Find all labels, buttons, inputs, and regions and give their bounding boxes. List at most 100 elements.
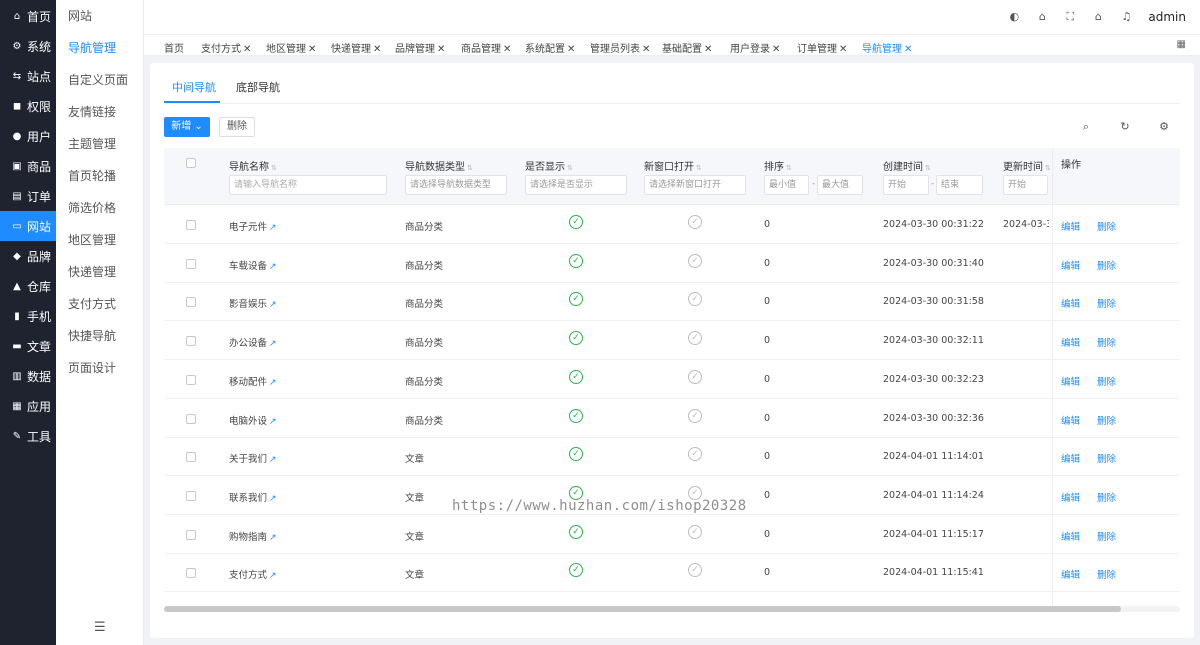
tab-11[interactable]: 导航管理 ✕ (862, 40, 912, 55)
scrollbar-thumb[interactable] (164, 606, 1121, 612)
add-button[interactable]: 新增 ⌄ (164, 117, 210, 137)
bell-icon[interactable]: ♫ (1118, 9, 1134, 25)
delete-link[interactable]: 删除 (1097, 296, 1116, 310)
external-link-icon[interactable]: ↗ (269, 571, 277, 581)
header-type[interactable]: 导航数据类型 ⇅ (405, 158, 473, 173)
filter-created-start[interactable]: 开始 (883, 175, 929, 195)
tab-7[interactable]: 管理员列表 ✕ (590, 40, 650, 55)
delete-link[interactable]: 删除 (1097, 335, 1116, 349)
header-show[interactable]: 是否显示 ⇅ (525, 158, 573, 173)
rail-item-11[interactable]: ▬ 文章 (0, 331, 56, 361)
submenu-item-4[interactable]: 首页轮播 (56, 160, 143, 192)
edit-link[interactable]: 编辑 (1061, 374, 1080, 388)
tab-8[interactable]: 基础配置 ✕ (662, 40, 712, 55)
filter-show-select[interactable]: 请选择是否显示 (525, 175, 627, 195)
close-icon[interactable]: ✕ (308, 44, 316, 55)
external-link-icon[interactable]: ↗ (269, 378, 277, 388)
rail-item-12[interactable]: ▥ 数据 (0, 361, 56, 391)
submenu-item-3[interactable]: 主题管理 (56, 128, 143, 160)
delete-link[interactable]: 删除 (1097, 374, 1116, 388)
external-link-icon[interactable]: ↗ (269, 223, 277, 233)
close-icon[interactable]: ✕ (437, 44, 445, 55)
row-checkbox[interactable] (186, 568, 196, 579)
user-name[interactable]: admin (1148, 10, 1186, 24)
row-checkbox[interactable] (186, 374, 196, 385)
rail-item-1[interactable]: ⚙ 系统 (0, 31, 56, 61)
row-checkbox[interactable] (186, 258, 196, 269)
horizontal-scrollbar[interactable] (164, 606, 1180, 612)
palette-icon[interactable]: ◐ (1006, 9, 1022, 25)
external-link-icon[interactable]: ↗ (269, 339, 277, 349)
header-updated[interactable]: 更新时间 ⇅ (1003, 158, 1051, 173)
fullscreen-icon[interactable]: ⛶ (1062, 9, 1078, 25)
external-link-icon[interactable]: ↗ (269, 455, 277, 465)
tab-10[interactable]: 订单管理 ✕ (797, 40, 847, 55)
close-icon[interactable]: ✕ (243, 44, 251, 55)
select-all-checkbox[interactable] (186, 158, 196, 168)
edit-link[interactable]: 编辑 (1061, 451, 1080, 465)
delete-link[interactable]: 删除 (1097, 490, 1116, 504)
delete-link[interactable]: 删除 (1097, 258, 1116, 272)
close-icon[interactable]: ✕ (567, 44, 575, 55)
external-link-icon[interactable]: ↗ (269, 262, 277, 272)
filter-created-end[interactable]: 结束 (936, 175, 983, 195)
refresh-icon[interactable]: ↻ (1118, 120, 1132, 134)
submenu-item-10[interactable]: 页面设计 (56, 352, 143, 384)
tab-5[interactable]: 商品管理 ✕ (461, 40, 511, 55)
filter-updated-start[interactable]: 开始 (1003, 175, 1048, 195)
submenu-item-9[interactable]: 快捷导航 (56, 320, 143, 352)
close-icon[interactable]: ✕ (503, 44, 511, 55)
filter-name-input[interactable] (229, 175, 387, 195)
edit-link[interactable]: 编辑 (1061, 529, 1080, 543)
delete-link[interactable]: 删除 (1097, 413, 1116, 427)
submenu-item-6[interactable]: 地区管理 (56, 224, 143, 256)
delete-link[interactable]: 删除 (1097, 451, 1116, 465)
row-checkbox[interactable] (186, 413, 196, 424)
header-sort[interactable]: 排序 ⇅ (764, 158, 792, 173)
rail-item-14[interactable]: ✎ 工具 (0, 421, 56, 451)
close-icon[interactable]: ✕ (704, 44, 712, 55)
submenu-item-7[interactable]: 快递管理 (56, 256, 143, 288)
rail-item-5[interactable]: ▣ 商品 (0, 151, 56, 181)
rail-item-7[interactable]: ▭ 网站 (0, 211, 56, 241)
rail-item-8[interactable]: ◆ 品牌 (0, 241, 56, 271)
external-link-icon[interactable]: ↗ (269, 417, 277, 427)
rail-item-10[interactable]: ▮ 手机 (0, 301, 56, 331)
edit-link[interactable]: 编辑 (1061, 296, 1080, 310)
close-icon[interactable]: ✕ (373, 44, 381, 55)
edit-link[interactable]: 编辑 (1061, 567, 1080, 581)
external-link-icon[interactable]: ↗ (269, 533, 277, 543)
tab-4[interactable]: 品牌管理 ✕ (395, 40, 445, 55)
rail-item-0[interactable]: ⌂ 首页 (0, 1, 56, 31)
close-icon[interactable]: ✕ (642, 44, 650, 55)
tabs-grid-icon[interactable]: ▦ (1177, 39, 1186, 50)
home-alt-icon[interactable]: ⌂ (1034, 9, 1050, 25)
rail-item-6[interactable]: ▤ 订单 (0, 181, 56, 211)
edit-link[interactable]: 编辑 (1061, 335, 1080, 349)
close-icon[interactable]: ✕ (904, 44, 912, 55)
submenu-item-0[interactable]: 导航管理 (56, 32, 143, 64)
delete-link[interactable]: 删除 (1097, 567, 1116, 581)
rail-item-13[interactable]: ▦ 应用 (0, 391, 56, 421)
row-checkbox[interactable] (186, 297, 196, 308)
rail-item-3[interactable]: ◼ 权限 (0, 91, 56, 121)
filter-sort-max[interactable]: 最大值 (817, 175, 863, 195)
close-icon[interactable]: ✕ (772, 44, 780, 55)
edit-link[interactable]: 编辑 (1061, 413, 1080, 427)
collapse-menu-icon[interactable]: ☰ (94, 620, 106, 635)
row-checkbox[interactable] (186, 220, 196, 230)
bulk-delete-button[interactable]: 删除 (219, 117, 255, 137)
edit-link[interactable]: 编辑 (1061, 490, 1080, 504)
row-checkbox[interactable] (186, 452, 196, 463)
rail-item-4[interactable]: ● 用户 (0, 121, 56, 151)
tab-2[interactable]: 地区管理 ✕ (266, 40, 316, 55)
tab-middle-nav[interactable]: 中间导航 (172, 79, 216, 95)
tab-3[interactable]: 快递管理 ✕ (331, 40, 381, 55)
tab-1[interactable]: 支付方式 ✕ (201, 40, 251, 55)
submenu-item-8[interactable]: 支付方式 (56, 288, 143, 320)
house-icon[interactable]: ⌂ (1090, 9, 1106, 25)
row-checkbox[interactable] (186, 529, 196, 540)
external-link-icon[interactable]: ↗ (269, 300, 277, 310)
filter-type-select[interactable]: 请选择导航数据类型 (405, 175, 507, 195)
edit-link[interactable]: 编辑 (1061, 219, 1080, 233)
